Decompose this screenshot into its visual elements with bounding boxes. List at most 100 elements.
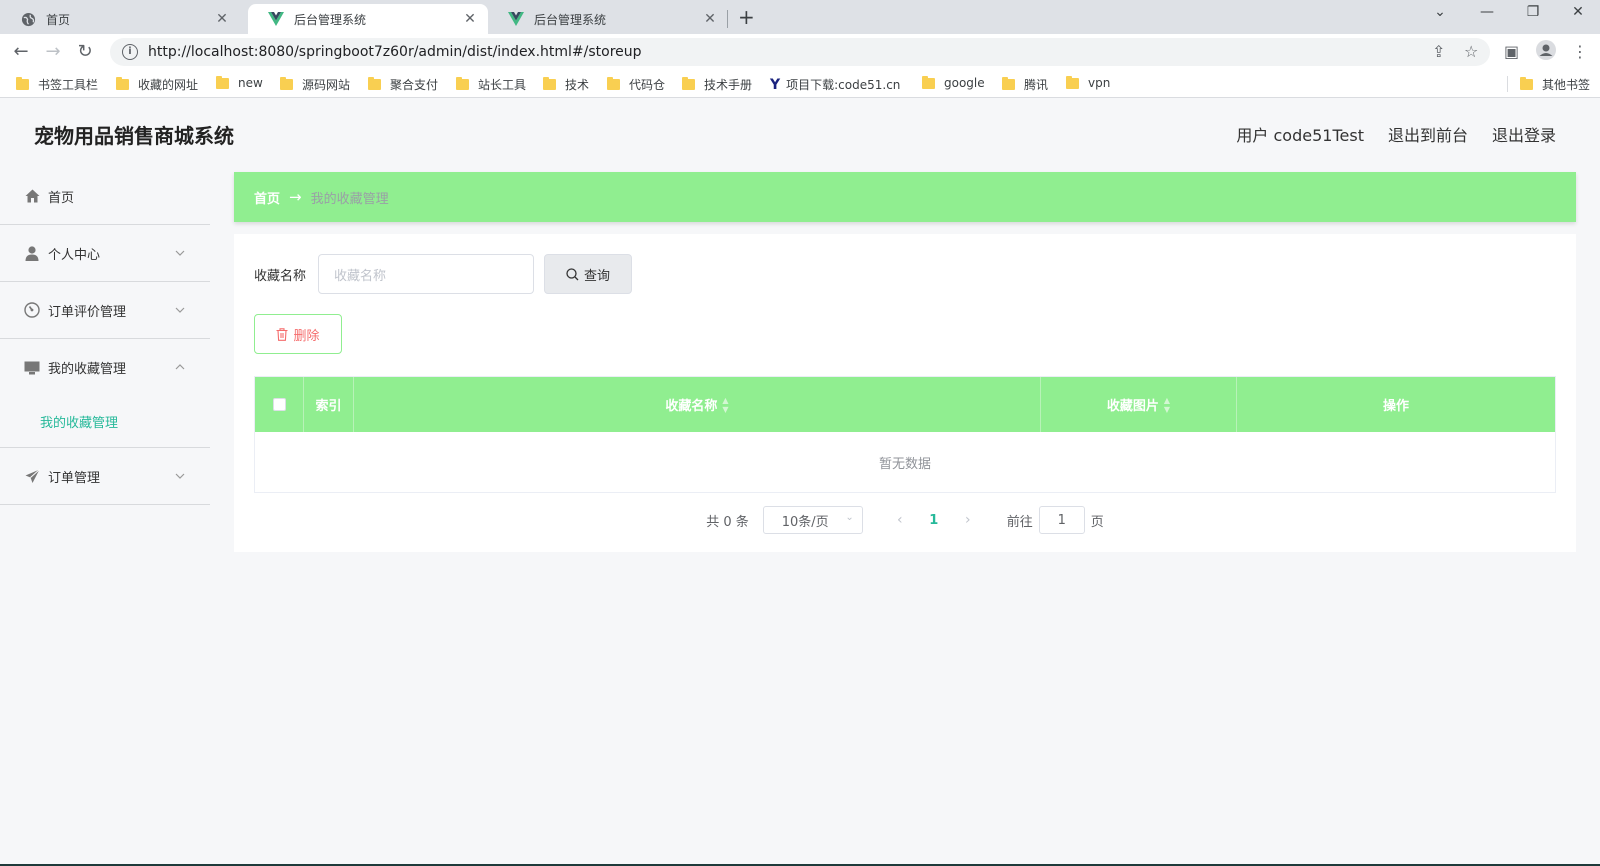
- goto-label: 前往: [1006, 514, 1033, 530]
- chevron-up-icon: [175, 364, 185, 370]
- table-empty: 暂无数据: [878, 456, 931, 472]
- search-button-label: 查询: [584, 268, 611, 284]
- bookmark-separator: [1507, 76, 1508, 92]
- bookmark-item[interactable]: 腾讯: [1002, 76, 1048, 93]
- close-icon[interactable]: ✕: [702, 11, 718, 27]
- browser-tab-admin-active[interactable]: 后台管理系统 ✕: [248, 4, 488, 34]
- bookmark-item[interactable]: 书签工具栏: [16, 76, 98, 93]
- chevron-down-icon: [175, 307, 185, 313]
- browser-tab-admin[interactable]: 后台管理系统 ✕: [488, 4, 728, 34]
- select-all-checkbox[interactable]: [272, 398, 286, 411]
- sidebar-item-personal-center[interactable]: 个人中心: [0, 225, 210, 282]
- folder-icon: [607, 77, 620, 90]
- breadcrumb: 首页 → 我的收藏管理: [234, 172, 1576, 222]
- forward-icon[interactable]: →: [42, 41, 64, 63]
- select-all-cell: [255, 377, 304, 432]
- bookmark-item[interactable]: Y 项目下载:code51.cn: [770, 76, 900, 93]
- folder-icon: [456, 77, 469, 90]
- bookmark-item[interactable]: 技术: [543, 76, 589, 93]
- y-logo-icon: Y: [770, 76, 781, 93]
- side-panel-icon[interactable]: ▣: [1504, 42, 1519, 61]
- sidebar-subitem-my-favorites[interactable]: 我的收藏管理: [0, 396, 210, 448]
- browser-tab-home[interactable]: 首页 ✕: [0, 4, 240, 34]
- site-info-icon[interactable]: i: [122, 44, 138, 60]
- goto-page-input[interactable]: 1: [1038, 506, 1085, 534]
- close-icon[interactable]: ✕: [214, 11, 230, 27]
- sidebar-item-label: 首页: [48, 190, 75, 206]
- tab-label: 首页: [46, 12, 71, 27]
- folder-icon: [368, 77, 381, 90]
- profile-avatar-icon[interactable]: [1536, 40, 1556, 64]
- bookmark-item[interactable]: vpn: [1066, 75, 1110, 90]
- table-header: 索引 收藏名称 ▲ ▼ 收藏图片 ▲ ▼ 操作: [255, 377, 1555, 432]
- sidebar-item-order-review[interactable]: 订单评价管理: [0, 282, 210, 339]
- search-button[interactable]: 查询: [544, 254, 633, 294]
- sort-icon[interactable]: ▲ ▼: [1164, 396, 1170, 414]
- bookmark-item[interactable]: 站长工具: [456, 76, 526, 93]
- favorites-table: 索引 收藏名称 ▲ ▼ 收藏图片 ▲ ▼ 操作 暂无数据: [254, 376, 1556, 493]
- page-number[interactable]: 1: [915, 513, 953, 528]
- vue-icon: [508, 11, 524, 27]
- folder-icon: [682, 77, 695, 90]
- star-icon[interactable]: ☆: [1464, 42, 1478, 61]
- column-header-image[interactable]: 收藏图片 ▲ ▼: [1041, 377, 1237, 432]
- pagination-total: 共 0 条: [706, 514, 749, 530]
- breadcrumb-home[interactable]: 首页: [254, 188, 280, 207]
- bookmarks-bar: 书签工具栏 收藏的网址 new 源码网站 聚合支付 站长工具 技术 代码仓 技术…: [0, 70, 1600, 98]
- tab-search-icon[interactable]: ⌄: [1425, 4, 1455, 20]
- main-content: 首页 → 我的收藏管理 收藏名称 收藏名称 查询 删除 索引 收藏名称 ▲ ▼ …: [234, 172, 1576, 552]
- search-icon: [566, 267, 579, 280]
- sidebar-item-home[interactable]: 首页: [0, 168, 210, 225]
- close-icon[interactable]: ✕: [462, 11, 478, 27]
- home-icon: [24, 188, 40, 204]
- pagination: 共 0 条 10条/页 ⌄ ‹ 1 › 前往 1 页: [254, 506, 1556, 534]
- next-page-icon[interactable]: ›: [953, 512, 983, 528]
- sidebar-item-orders[interactable]: 订单管理: [0, 448, 210, 505]
- minimize-icon[interactable]: —: [1472, 4, 1502, 20]
- content-panel: 收藏名称 收藏名称 查询 删除 索引 收藏名称 ▲ ▼ 收藏图片 ▲ ▼ 操作 …: [234, 234, 1576, 552]
- more-menu-icon[interactable]: ⋮: [1572, 42, 1588, 61]
- url-field[interactable]: i http://localhost:8080/springboot7z60r/…: [110, 38, 1490, 66]
- url-text: http://localhost:8080/springboot7z60r/ad…: [148, 44, 642, 60]
- sidebar-item-label: 个人中心: [48, 247, 101, 263]
- bookmark-item[interactable]: new: [216, 75, 263, 90]
- browser-tab-bar: 首页 ✕ 后台管理系统 ✕ 后台管理系统 ✕ + ⌄ — ❐ ✕: [0, 0, 1600, 34]
- back-to-front-link[interactable]: 退出到前台: [1388, 122, 1468, 146]
- bookmark-item[interactable]: 源码网站: [280, 76, 350, 93]
- monitor-icon: [24, 360, 40, 376]
- folder-icon: [16, 77, 29, 90]
- sort-icon[interactable]: ▲ ▼: [722, 396, 728, 414]
- share-icon[interactable]: ⇪: [1432, 42, 1445, 61]
- delete-button-label: 删除: [293, 328, 320, 344]
- delete-button[interactable]: 删除: [254, 314, 342, 354]
- restore-icon[interactable]: ❐: [1518, 4, 1548, 20]
- chevron-down-icon: [175, 250, 185, 256]
- sidebar-item-label: 我的收藏管理: [48, 362, 127, 377]
- bookmark-item[interactable]: google: [922, 75, 985, 90]
- logout-link[interactable]: 退出登录: [1492, 122, 1556, 146]
- folder-icon: [1066, 75, 1079, 89]
- folder-icon: [116, 77, 129, 90]
- bookmark-item[interactable]: 聚合支付: [368, 76, 438, 93]
- sidebar-item-my-favorites[interactable]: 我的收藏管理: [0, 339, 210, 396]
- tab-label: 后台管理系统: [294, 12, 367, 27]
- search-input[interactable]: 收藏名称: [318, 254, 535, 294]
- new-tab-icon[interactable]: +: [738, 5, 755, 29]
- bookmark-other[interactable]: 其他书签: [1520, 76, 1590, 93]
- reload-icon[interactable]: ↻: [74, 41, 96, 63]
- column-header-name[interactable]: 收藏名称 ▲ ▼: [354, 377, 1041, 432]
- sidebar-item-label: 订单管理: [48, 470, 101, 486]
- bookmark-item[interactable]: 代码仓: [607, 76, 665, 93]
- bookmark-item[interactable]: 技术手册: [682, 76, 752, 93]
- prev-page-icon[interactable]: ‹: [885, 512, 915, 528]
- sidebar-item-label: 订单评价管理: [48, 304, 127, 320]
- address-bar: ← → ↻ i http://localhost:8080/springboot…: [0, 34, 1600, 70]
- search-row: 收藏名称 收藏名称 查询: [254, 254, 1556, 294]
- app-title: 宠物用品销售商城系统: [34, 124, 234, 148]
- user-name-link[interactable]: 用户 code51Test: [1236, 122, 1364, 146]
- window-close-icon[interactable]: ✕: [1563, 4, 1593, 20]
- page-size-select[interactable]: 10条/页 ⌄: [762, 506, 863, 534]
- back-icon[interactable]: ←: [10, 41, 32, 63]
- sidebar: 首页 个人中心 订单评价管理 我的收藏管理 我的收藏管理 订单管理: [0, 168, 210, 864]
- bookmark-item[interactable]: 收藏的网址: [116, 76, 198, 93]
